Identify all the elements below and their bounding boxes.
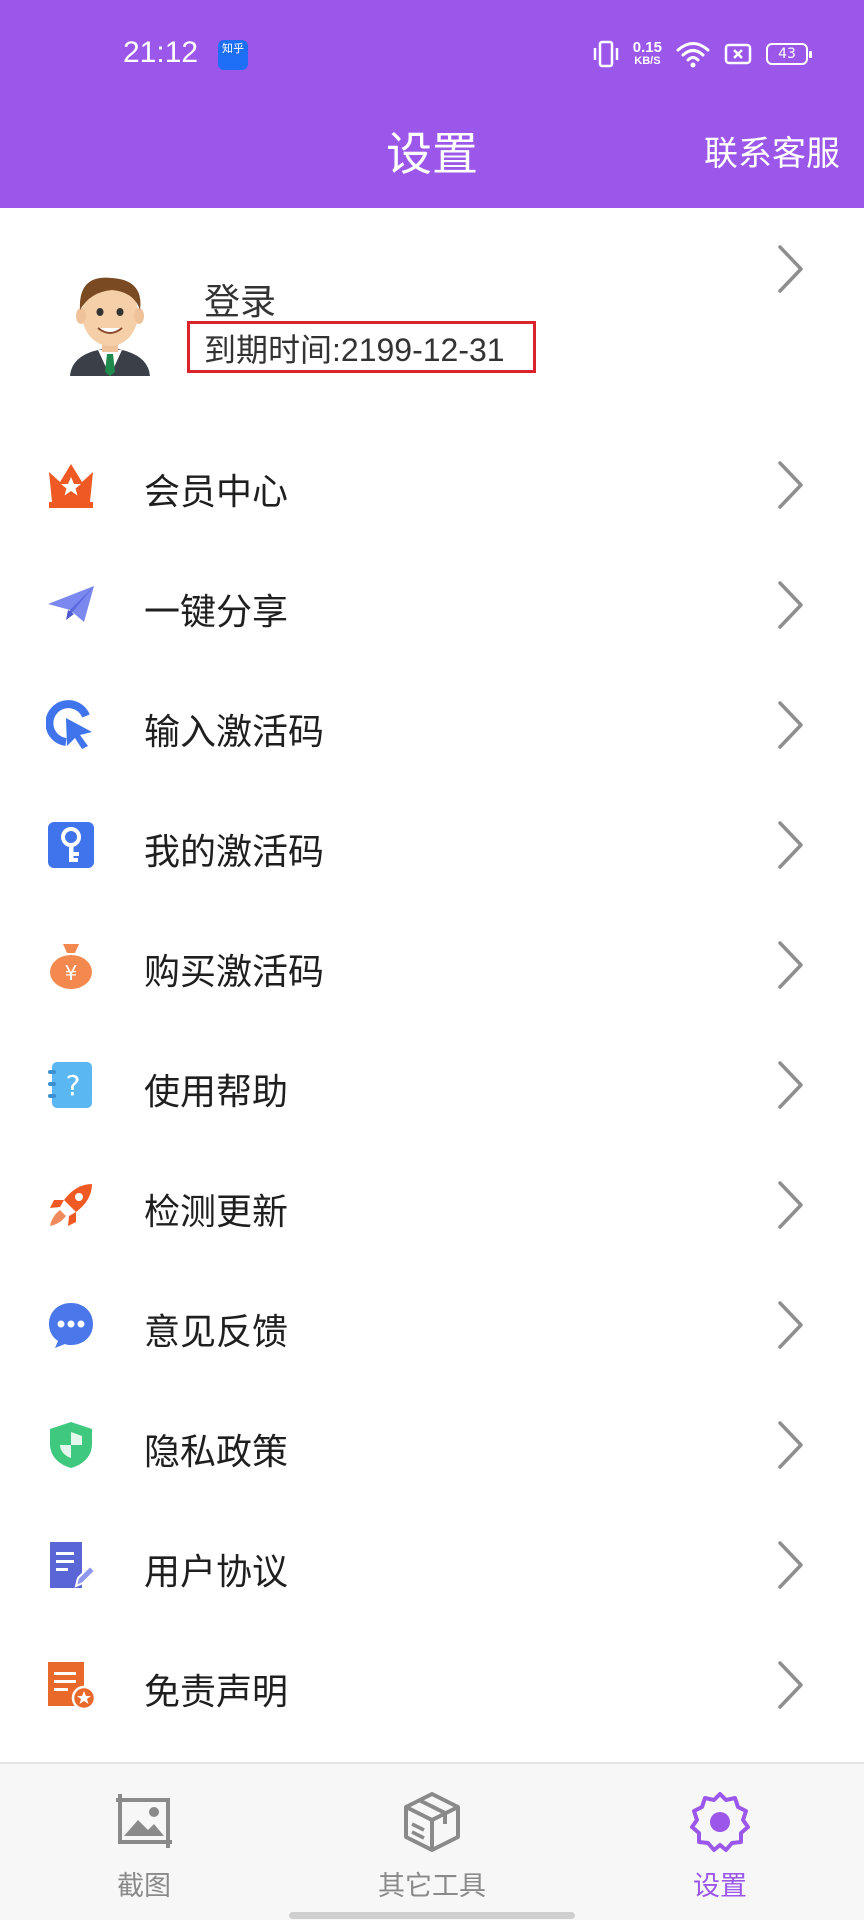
- wifi-icon: [676, 42, 710, 68]
- menu-item-vip-center[interactable]: 会员中心: [0, 424, 864, 544]
- menu-label: 购买激活码: [144, 952, 325, 993]
- menu-item-privacy-policy[interactable]: 隐私政策: [0, 1384, 864, 1504]
- menu-item-enter-activation-code[interactable]: 输入激活码: [0, 664, 864, 784]
- menu-label: 使用帮助: [144, 1072, 289, 1113]
- chevron-right-icon: [778, 1421, 803, 1469]
- nav-label: 截图: [117, 1871, 171, 1902]
- menu-label: 免责声明: [144, 1672, 289, 1713]
- menu-label: 会员中心: [144, 472, 289, 513]
- key-icon: [48, 822, 94, 868]
- status-icons: 0.15 KB/S 43: [593, 36, 812, 72]
- menu-item-user-agreement[interactable]: 用户协议: [0, 1504, 864, 1624]
- money-bag-icon: ¥: [50, 944, 92, 989]
- menu-item-check-update[interactable]: 检测更新: [0, 1144, 864, 1264]
- battery-indicator: 43: [766, 43, 812, 65]
- nav-tab-settings[interactable]: 设置: [620, 1764, 820, 1914]
- expiry-date-text: 到期时间:2199-12-31: [204, 332, 505, 368]
- bottom-nav: 截图 其它工具 设置: [0, 1762, 864, 1920]
- chevron-right-icon: [778, 461, 803, 509]
- vibrate-icon: [593, 40, 619, 68]
- menu-item-share[interactable]: 一键分享: [0, 544, 864, 664]
- chevron-right-icon: [778, 581, 803, 629]
- settings-menu: 会员中心 一键分享 输入激活码 我的激活码 ¥ 购买激活码 ? 使用帮助 检测更…: [0, 424, 864, 1744]
- avatar: [70, 277, 150, 376]
- screenshot-image-icon: [116, 1794, 172, 1848]
- crown-star-icon: [49, 464, 93, 508]
- svg-text:¥: ¥: [65, 961, 78, 985]
- status-bar: 21:12 知乎 0.15 KB/S 43: [0, 0, 864, 108]
- document-edit-icon: [50, 1542, 96, 1588]
- menu-label: 隐私政策: [144, 1432, 289, 1473]
- nav-label: 设置: [693, 1871, 747, 1902]
- menu-label: 一键分享: [144, 592, 289, 633]
- rocket-icon: [50, 1184, 92, 1226]
- menu-item-disclaimer[interactable]: 免责声明: [0, 1624, 864, 1744]
- chevron-right-icon: [778, 1181, 803, 1229]
- menu-label: 我的激活码: [144, 832, 325, 873]
- profile-row[interactable]: 登录 到期时间:2199-12-31: [0, 208, 864, 424]
- chevron-right-icon: [778, 1541, 803, 1589]
- login-label[interactable]: 登录: [204, 273, 276, 325]
- net-speed-value: 0.15: [632, 39, 662, 56]
- nav-tab-other-tools[interactable]: 其它工具: [332, 1764, 532, 1914]
- menu-label: 意见反馈: [144, 1312, 289, 1353]
- chevron-right-icon: [778, 941, 803, 989]
- status-time: 21:12: [123, 36, 199, 69]
- app-header: 21:12 知乎 0.15 KB/S 43 设置 联系客服: [0, 0, 864, 208]
- menu-item-help[interactable]: ? 使用帮助: [0, 1024, 864, 1144]
- paper-plane-icon: [48, 586, 94, 622]
- chevron-right-icon: [778, 1661, 803, 1709]
- no-sim-icon: [724, 43, 752, 65]
- settings-gear-icon: [690, 1792, 750, 1852]
- chevron-right-icon: [778, 701, 803, 749]
- zhihu-app-icon: 知乎: [218, 40, 248, 70]
- toolbox-icon: [404, 1792, 460, 1852]
- document-star-icon: [48, 1662, 96, 1710]
- contact-support-button[interactable]: 联系客服: [704, 126, 840, 175]
- svg-text:?: ?: [66, 1069, 81, 1102]
- help-notebook-icon: ?: [48, 1062, 92, 1108]
- chevron-right-icon: [778, 821, 803, 869]
- menu-label: 输入激活码: [144, 712, 325, 753]
- nav-label: 其它工具: [378, 1871, 486, 1902]
- net-speed-unit: KB/S: [634, 55, 661, 67]
- chat-bubble-icon: [49, 1303, 93, 1348]
- menu-item-buy-activation-code[interactable]: ¥ 购买激活码: [0, 904, 864, 1024]
- menu-item-feedback[interactable]: 意见反馈: [0, 1264, 864, 1384]
- shield-icon: [50, 1422, 92, 1468]
- home-indicator[interactable]: [289, 1912, 575, 1919]
- menu-item-my-activation-code[interactable]: 我的激活码: [0, 784, 864, 904]
- chevron-right-icon: [778, 1061, 803, 1109]
- chevron-right-icon: [778, 1301, 803, 1349]
- menu-label: 检测更新: [144, 1192, 289, 1233]
- menu-label: 用户协议: [144, 1552, 289, 1593]
- nav-tab-screenshot[interactable]: 截图: [44, 1764, 244, 1914]
- chevron-right-icon: [778, 245, 803, 293]
- network-speed: 0.15 KB/S: [633, 40, 662, 68]
- cursor-click-icon: [46, 700, 92, 749]
